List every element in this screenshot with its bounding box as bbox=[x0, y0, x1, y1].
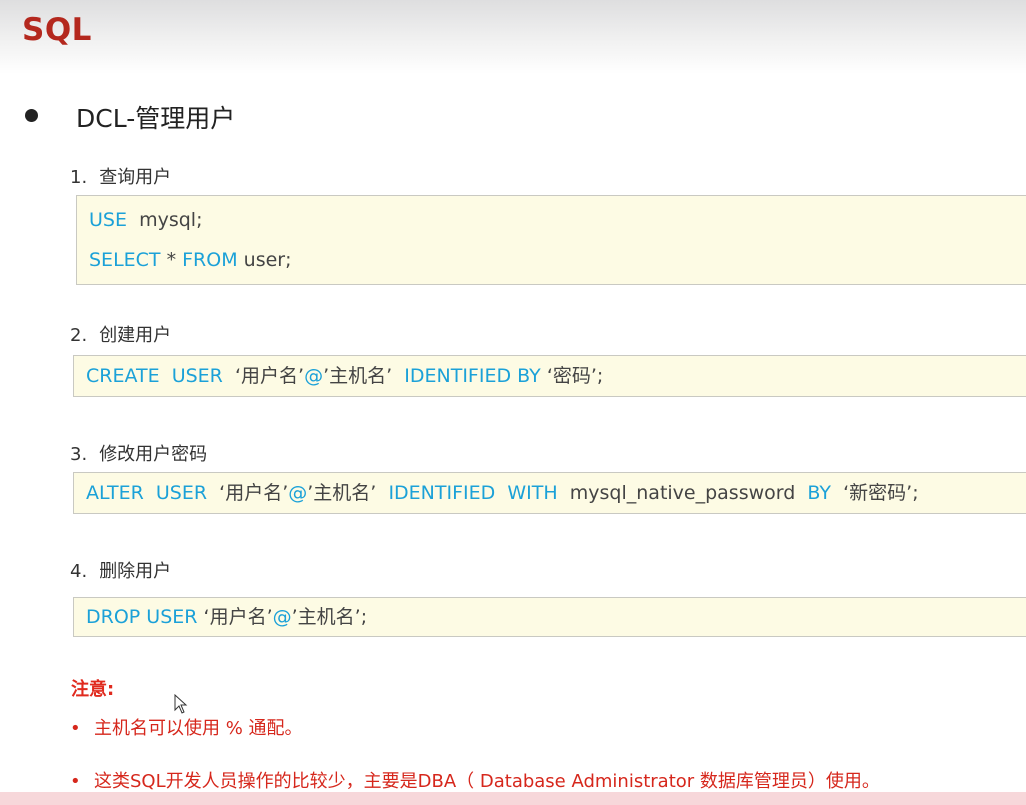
code-block-alter-user: ALTER USER ‘用户名’@’主机名’ IDENTIFIED WITH m… bbox=[73, 472, 1026, 514]
note-label: 注意: bbox=[71, 679, 115, 700]
sql-keyword: @ bbox=[304, 365, 324, 387]
sql-keyword: BY bbox=[807, 482, 832, 504]
note-text: 这类SQL开发人员操作的比较少，主要是DBA（ Database Adminis… bbox=[94, 771, 880, 792]
mouse-pointer-icon bbox=[174, 694, 188, 714]
sql-text: ’主机名’ bbox=[307, 482, 377, 504]
sql-keyword: @ bbox=[272, 606, 292, 628]
sql-keyword: ALTER bbox=[86, 482, 144, 504]
section-heading: DCL-管理用户 bbox=[76, 104, 236, 133]
sql-keyword: WITH bbox=[507, 482, 558, 504]
code-line: SELECT * FROM user; bbox=[89, 240, 1026, 280]
code-line: DROP USER ‘用户名’@’主机名’; bbox=[86, 598, 1026, 636]
code-block-create-user: CREATE USER ‘用户名’@’主机名’ IDENTIFIED BY ‘密… bbox=[73, 355, 1026, 397]
code-block-drop-user: DROP USER ‘用户名’@’主机名’; bbox=[73, 597, 1026, 637]
note-item-dba: • 这类SQL开发人员操作的比较少，主要是DBA（ Database Admini… bbox=[70, 767, 880, 793]
bullet-dot bbox=[25, 109, 38, 122]
code-line: ALTER USER ‘用户名’@’主机名’ IDENTIFIED WITH m… bbox=[86, 473, 1026, 513]
sql-text: ‘用户名’ bbox=[219, 482, 289, 504]
step-label: 删除用户 bbox=[99, 561, 172, 582]
code-line: CREATE USER ‘用户名’@’主机名’ IDENTIFIED BY ‘密… bbox=[86, 356, 1026, 396]
step-title-query-user: 1. 查询用户 bbox=[70, 163, 171, 189]
sql-keyword: CREATE bbox=[86, 365, 160, 387]
sql-keyword: USER bbox=[171, 365, 223, 387]
sql-text: user; bbox=[243, 249, 292, 271]
sql-keyword: @ bbox=[288, 482, 308, 504]
code-block-query-user: USE mysql; SELECT * FROM user; bbox=[76, 195, 1026, 285]
sql-text: ‘新密码’; bbox=[843, 482, 919, 504]
sql-text: mysql_native_password bbox=[569, 482, 796, 504]
sql-keyword: SELECT bbox=[89, 249, 161, 271]
sql-keyword: FROM bbox=[182, 249, 238, 271]
header-band bbox=[0, 0, 1026, 74]
sql-text: ‘用户名’ bbox=[203, 606, 273, 628]
note-bullet: • bbox=[70, 771, 81, 792]
sql-keyword: USER bbox=[155, 482, 208, 504]
sql-text: ‘用户名’ bbox=[234, 365, 305, 387]
step-number: 1. bbox=[70, 167, 88, 188]
sql-keyword: IDENTIFIED bbox=[388, 482, 496, 504]
step-label: 查询用户 bbox=[99, 167, 172, 188]
step-label: 创建用户 bbox=[99, 325, 172, 346]
sql-text: mysql; bbox=[139, 209, 203, 231]
note-item-wildcard: • 主机名可以使用 % 通配。 bbox=[70, 714, 303, 740]
step-title-create-user: 2. 创建用户 bbox=[70, 321, 171, 347]
bottom-band bbox=[0, 792, 1026, 805]
sql-text: ’主机名’ bbox=[323, 365, 393, 387]
sql-keyword: USER bbox=[146, 606, 198, 628]
note-bullet: • bbox=[70, 718, 81, 739]
step-number: 2. bbox=[70, 325, 88, 346]
sql-text: ’主机名’; bbox=[291, 606, 368, 628]
step-number: 3. bbox=[70, 444, 88, 465]
sql-keyword: USE bbox=[89, 209, 127, 231]
step-title-alter-user: 3. 修改用户密码 bbox=[70, 440, 207, 466]
note-text: 主机名可以使用 % 通配。 bbox=[94, 718, 303, 739]
sql-keyword: BY bbox=[517, 365, 541, 387]
sql-keyword: IDENTIFIED bbox=[404, 365, 512, 387]
sql-keyword: DROP bbox=[86, 606, 141, 628]
slide-title: SQL bbox=[22, 12, 92, 48]
step-number: 4. bbox=[70, 561, 88, 582]
step-title-drop-user: 4. 删除用户 bbox=[70, 557, 171, 583]
step-label: 修改用户密码 bbox=[99, 444, 208, 465]
sql-text: ‘密码’; bbox=[546, 365, 604, 387]
code-line: USE mysql; bbox=[89, 200, 1026, 240]
sql-text: * bbox=[166, 249, 177, 271]
